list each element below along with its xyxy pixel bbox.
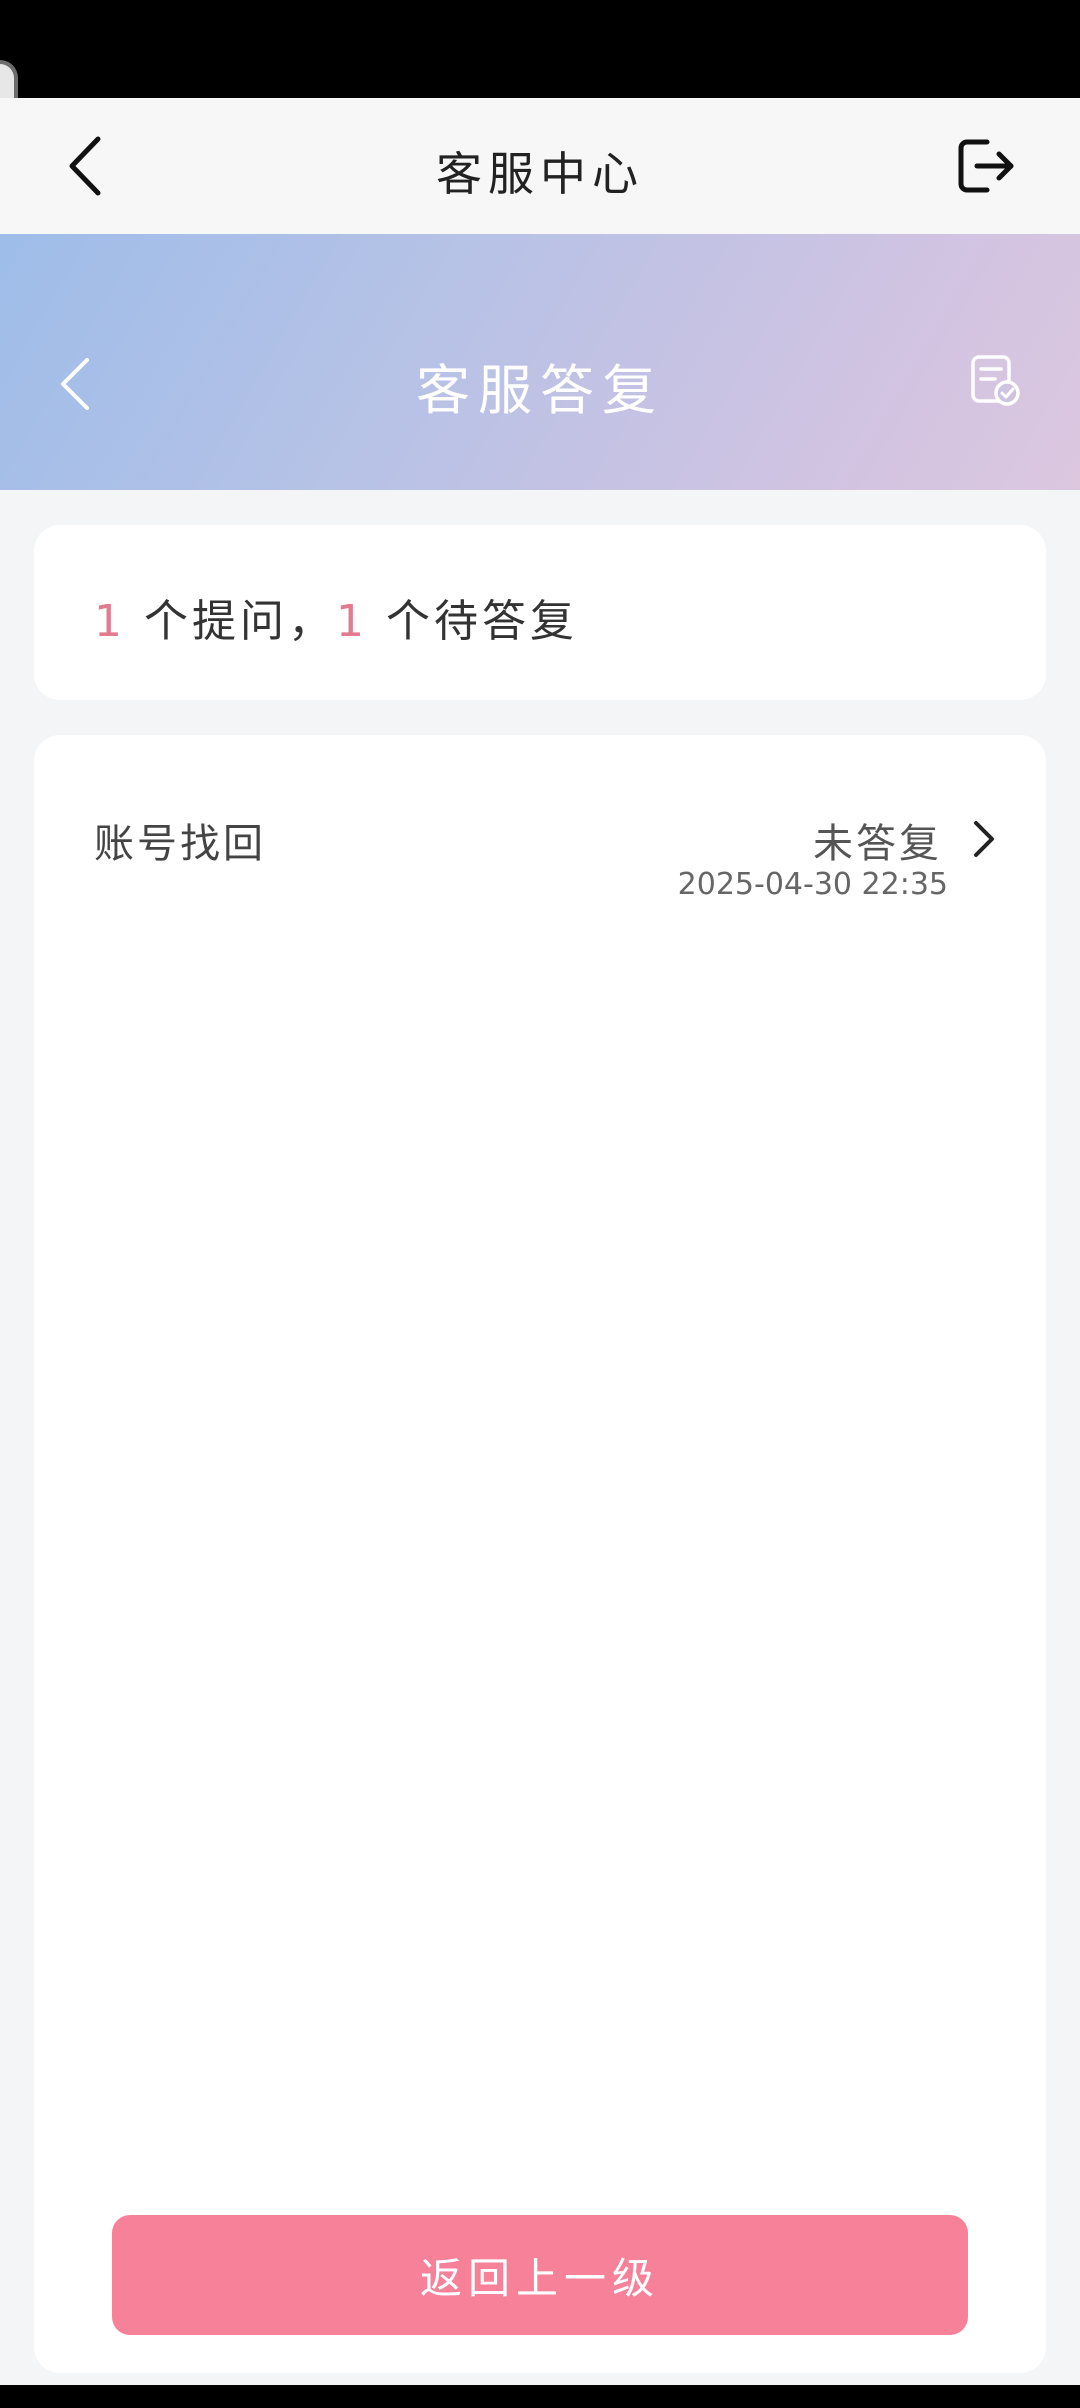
logout-button[interactable] — [940, 126, 1030, 206]
back-to-previous-button[interactable]: 返回上一级 — [112, 2215, 968, 2335]
pending-count: 1 — [336, 596, 368, 647]
question-list-card: 账号找回 未答复 2025-04-30 22:35 返回上一级 — [34, 735, 1046, 2373]
pending-count-label: 个待答复 — [368, 596, 578, 647]
question-count-label: 个提问， — [126, 596, 336, 647]
summary-card: 1 个提问，1 个待答复 — [34, 525, 1046, 700]
summary-text: 1 个提问，1 个待答复 — [94, 585, 578, 649]
section-title: 客服答复 — [416, 359, 664, 422]
header-banner: 客服答复 — [0, 234, 1080, 490]
question-time: 2025-04-30 22:35 — [677, 867, 948, 902]
question-item[interactable]: 账号找回 未答复 2025-04-30 22:35 — [34, 735, 1046, 915]
top-app-bar: 客服中心 — [0, 98, 1080, 234]
question-title: 账号找回 — [94, 821, 266, 867]
status-bar — [0, 0, 1080, 98]
page-title: 客服中心 — [436, 147, 644, 201]
chevron-right-icon — [968, 817, 998, 865]
logout-icon — [958, 139, 1014, 193]
navigation-bar — [0, 2385, 1080, 2408]
records-button[interactable] — [960, 346, 1030, 416]
checked-document-icon — [971, 355, 1020, 406]
question-count: 1 — [94, 596, 126, 647]
question-status: 未答复 — [813, 821, 942, 867]
